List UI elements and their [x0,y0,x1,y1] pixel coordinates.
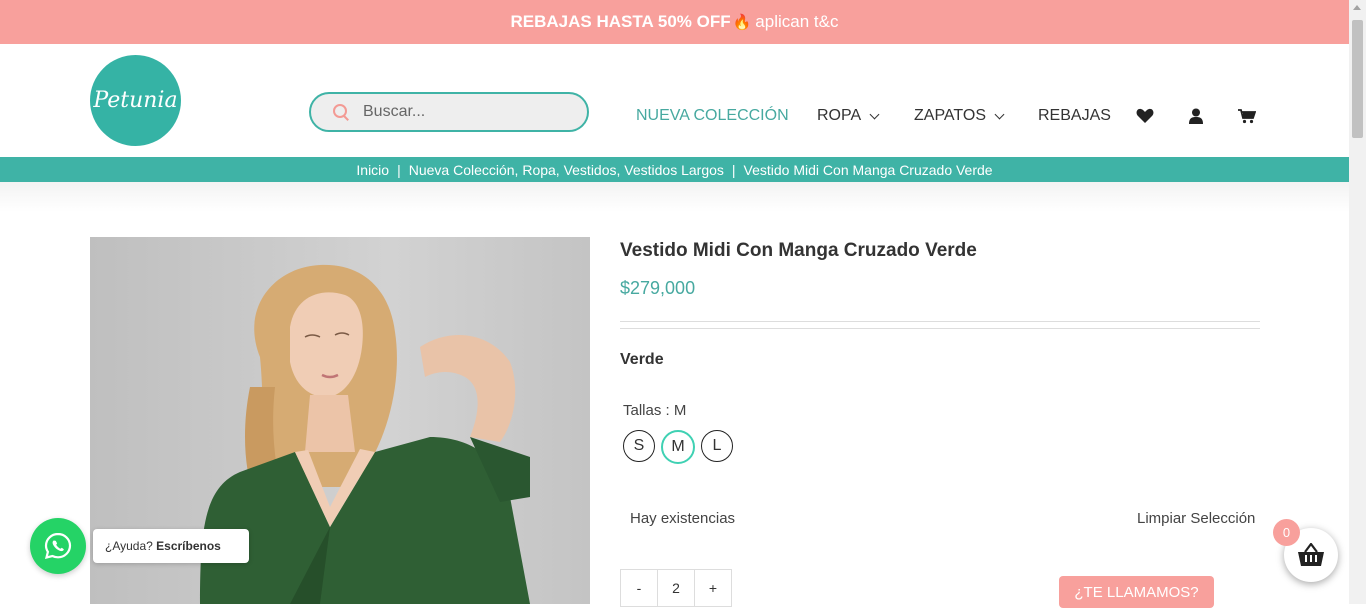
breadcrumb: Inicio | Nueva Colección, Ropa, Vestidos… [0,157,1349,182]
page-scrollbar[interactable] [1349,0,1366,604]
user-icon[interactable] [1187,108,1205,124]
nav-label: ROPA [817,107,862,124]
stock-status: Hay existencias [630,510,736,527]
fire-icon: 🔥 [732,14,752,31]
divider [620,328,1260,329]
sizes-label: Tallas : M [623,402,687,419]
breadcrumb-separator: | [397,161,401,178]
breadcrumb-current: Vestido Midi Con Manga Cruzado Verde [743,161,993,178]
size-selector: S M L [623,430,733,464]
cart-icon[interactable] [1238,108,1256,124]
qty-input[interactable]: 2 [658,570,695,606]
nav-label: ZAPATOS [914,107,987,124]
nav-label: REBAJAS [1038,107,1111,124]
nav-ropa[interactable]: ROPA [817,104,880,128]
product-price: $279,000 [620,278,696,298]
divider [620,321,1260,322]
search-box [309,92,589,132]
whatsapp-button[interactable] [30,518,86,574]
search-input[interactable] [361,102,565,122]
header-shadow [0,182,1349,212]
promo-text: aplican t&c [755,12,839,31]
chevron-down-icon [994,109,1005,119]
product-color: Verde [620,351,664,368]
help-text-bold: Escríbenos [156,539,221,553]
promo-banner: REBAJAS HASTA 50% OFF 🔥 aplican t&c [0,0,1349,44]
whatsapp-icon [44,532,72,560]
chevron-down-icon [869,109,880,119]
scrollbar-thumb[interactable] [1352,20,1363,138]
qty-minus-button[interactable]: - [621,570,658,606]
nav-nueva-coleccion[interactable]: NUEVA COLECCIÓN [636,104,789,128]
nav-label: NUEVA COLECCIÓN [636,107,789,124]
clear-selection-link[interactable]: Limpiar Selección [1137,510,1255,527]
nav-rebajas[interactable]: REBAJAS [1038,104,1111,128]
help-text: ¿Ayuda? [105,539,153,553]
call-me-button[interactable]: ¿TE LLAMAMOS? [1059,576,1214,608]
quantity-stepper: - 2 + [620,569,732,607]
qty-plus-button[interactable]: + [695,570,731,606]
whatsapp-help-bubble[interactable]: ¿Ayuda? Escríbenos [93,529,249,563]
site-header: Petunia NUEVA COLECCIÓN ROPA ZAPATOS REB… [0,44,1349,157]
heart-icon[interactable] [1136,108,1154,124]
size-option-m[interactable]: M [661,430,695,464]
basket-icon [1298,543,1324,566]
scroll-up-arrow[interactable] [1353,5,1361,10]
breadcrumb-separator: | [731,161,736,178]
size-option-l[interactable]: L [701,430,733,462]
site-logo[interactable]: Petunia [90,55,181,146]
product-title: Vestido Midi Con Manga Cruzado Verde [620,240,977,261]
logo-text: Petunia [93,88,178,113]
promo-text-bold: REBAJAS HASTA 50% OFF [510,12,731,31]
breadcrumb-categories[interactable]: Nueva Colección, Ropa, Vestidos, Vestido… [409,162,724,178]
breadcrumb-home[interactable]: Inicio [356,162,389,178]
size-option-s[interactable]: S [623,430,655,462]
nav-zapatos[interactable]: ZAPATOS [914,104,1005,128]
search-icon[interactable] [333,104,349,120]
cart-count-badge: 0 [1273,519,1300,546]
